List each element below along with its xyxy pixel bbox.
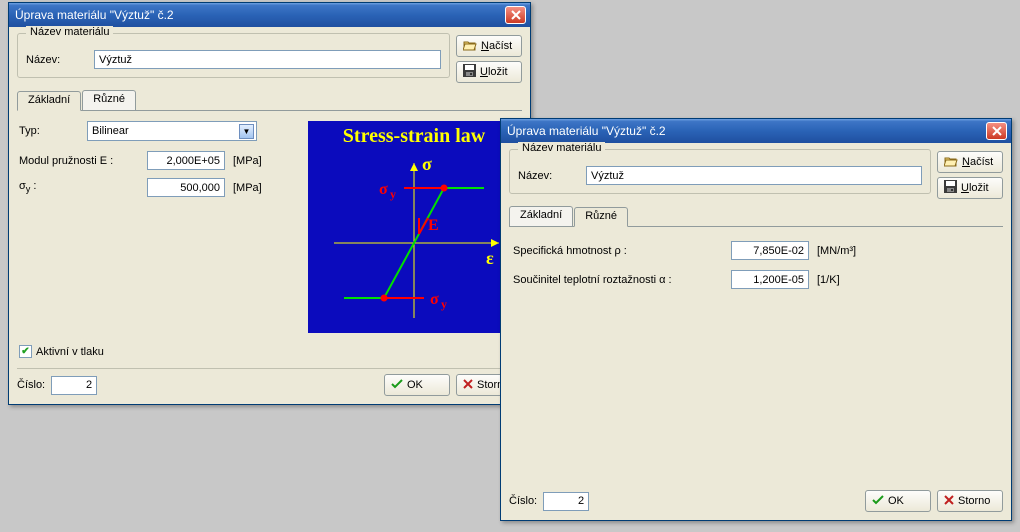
name-input[interactable] [586, 166, 922, 185]
titlebar[interactable]: Úprava materiálu "Výztuž" č.2 [501, 119, 1011, 143]
tab-misc[interactable]: Různé [574, 207, 628, 227]
tabs: Základní Různé [509, 206, 1003, 227]
tab-basic[interactable]: Základní [509, 206, 573, 226]
cislo-input[interactable] [543, 492, 589, 511]
ok-button[interactable]: OK [384, 374, 450, 396]
cancel-icon [463, 379, 473, 392]
floppy-disk-icon [944, 180, 957, 196]
alpha-input[interactable] [731, 270, 809, 289]
svg-text:σ: σ [379, 181, 388, 198]
svg-text:y: y [441, 297, 447, 311]
check-icon [391, 379, 403, 392]
type-value: Bilinear [92, 125, 129, 137]
stress-strain-chart: Stress-strain law E σ ε σ [308, 121, 520, 333]
material-edit-dialog-basic: Úprava materiálu "Výztuž" č.2 Název mate… [8, 2, 531, 405]
floppy-disk-icon [463, 64, 476, 80]
close-button[interactable] [505, 6, 526, 24]
checkbox-icon: ✔ [19, 345, 32, 358]
folder-open-icon [944, 155, 958, 170]
close-button[interactable] [986, 122, 1007, 140]
svg-text:y: y [390, 187, 396, 201]
type-select[interactable]: Bilinear ▼ [87, 121, 257, 141]
alpha-label: Součinitel teplotní roztažnosti α : [513, 274, 723, 286]
type-label: Typ: [19, 125, 79, 137]
name-label: Název: [26, 54, 86, 66]
name-label: Název: [518, 170, 578, 182]
chart-title: Stress-strain law [343, 125, 485, 148]
storno-button[interactable]: Storno [937, 490, 1003, 512]
rho-unit: [MN/m³] [817, 245, 856, 257]
group-name-legend: Název materiálu [26, 26, 113, 38]
cislo-input[interactable] [51, 376, 97, 395]
tab-misc[interactable]: Různé [82, 90, 136, 110]
cancel-icon [944, 495, 954, 508]
group-name-legend: Název materiálu [518, 142, 605, 154]
save-button[interactable]: Uložit [456, 61, 522, 83]
svg-text:E: E [428, 217, 439, 234]
svg-text:σ: σ [430, 291, 439, 308]
material-edit-dialog-misc: Úprava materiálu "Výztuž" č.2 Název mate… [500, 118, 1012, 521]
rho-input[interactable] [731, 241, 809, 260]
alpha-unit: [1/K] [817, 274, 840, 286]
load-button[interactable]: NNačístačíst [456, 35, 522, 57]
ok-button[interactable]: OK [865, 490, 931, 512]
modE-input[interactable] [147, 151, 225, 170]
window-title: Úprava materiálu "Výztuž" č.2 [15, 8, 505, 22]
tab-basic[interactable]: Základní [17, 91, 81, 111]
save-button[interactable]: Uložit [937, 177, 1003, 199]
modE-label: Modul pružnosti E : [19, 155, 139, 167]
sigy-input[interactable] [147, 178, 225, 197]
load-button[interactable]: Načíst [937, 151, 1003, 173]
modE-unit: [MPa] [233, 155, 262, 167]
cislo-label: Číslo: [509, 495, 537, 507]
active-label: Aktivní v tlaku [36, 346, 104, 358]
svg-text:ε: ε [486, 248, 494, 268]
rho-label: Specifická hmotnost ρ : [513, 245, 723, 257]
folder-open-icon [463, 39, 477, 54]
tabs: Základní Různé [17, 90, 522, 111]
chevron-down-icon: ▼ [239, 124, 254, 139]
name-input[interactable] [94, 50, 441, 69]
window-title: Úprava materiálu "Výztuž" č.2 [507, 124, 986, 138]
cislo-label: Číslo: [17, 379, 45, 391]
svg-text:σ: σ [422, 154, 432, 174]
sigy-unit: [MPa] [233, 182, 262, 194]
check-icon [872, 495, 884, 508]
titlebar[interactable]: Úprava materiálu "Výztuž" č.2 [9, 3, 530, 27]
active-in-compression-checkbox[interactable]: ✔ Aktivní v tlaku [19, 345, 104, 358]
